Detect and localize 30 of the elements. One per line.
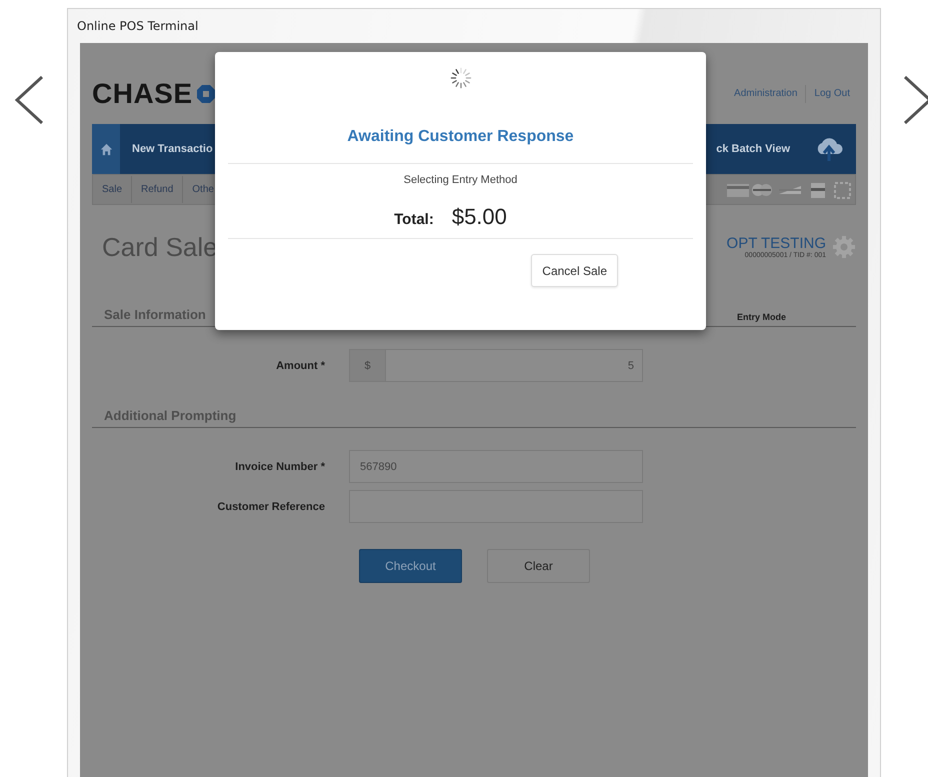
home-tab[interactable] (92, 124, 120, 174)
checkout-button[interactable]: Checkout (359, 549, 462, 583)
cancel-sale-button[interactable]: Cancel Sale (531, 254, 618, 287)
spinner-icon (448, 66, 472, 90)
logo-text: CHASE (92, 78, 193, 110)
clear-button[interactable]: Clear (487, 549, 590, 583)
header-link[interactable]: Administration (734, 88, 798, 99)
sub-tab[interactable]: Refund (132, 176, 184, 203)
page-title: Card Sale (101, 232, 218, 262)
currency-prefix: $ (350, 350, 386, 381)
dialog-title: Awaiting Customer Response (347, 128, 574, 146)
total-label: Total: (394, 211, 434, 228)
window-title: Online POS Terminal (77, 19, 198, 33)
nav-tab[interactable]: ck Batch View (704, 143, 802, 155)
nav-tab[interactable]: New Transactio (120, 143, 213, 155)
amount-field[interactable]: $ 5 (349, 349, 643, 382)
total-amount: $5.00 (452, 204, 507, 230)
home-icon (100, 142, 112, 156)
dialog-status: Selecting Entry Method (404, 174, 518, 186)
field-label: Customer Reference (216, 500, 325, 512)
header-link[interactable]: Log Out (814, 88, 850, 99)
sub-tab[interactable]: Sale (93, 176, 132, 203)
section-heading: Sale Information (104, 307, 206, 322)
section-heading: Additional Prompting (104, 408, 236, 423)
entry-mode-label: Entry Mode (736, 312, 786, 322)
octagon-logo-icon (196, 84, 216, 104)
field-label: Amount * (275, 360, 325, 372)
merchant-name: OPT TESTING (726, 235, 826, 252)
field-label: Invoice Number * (234, 460, 325, 472)
input-field[interactable]: 567890 (349, 450, 643, 483)
